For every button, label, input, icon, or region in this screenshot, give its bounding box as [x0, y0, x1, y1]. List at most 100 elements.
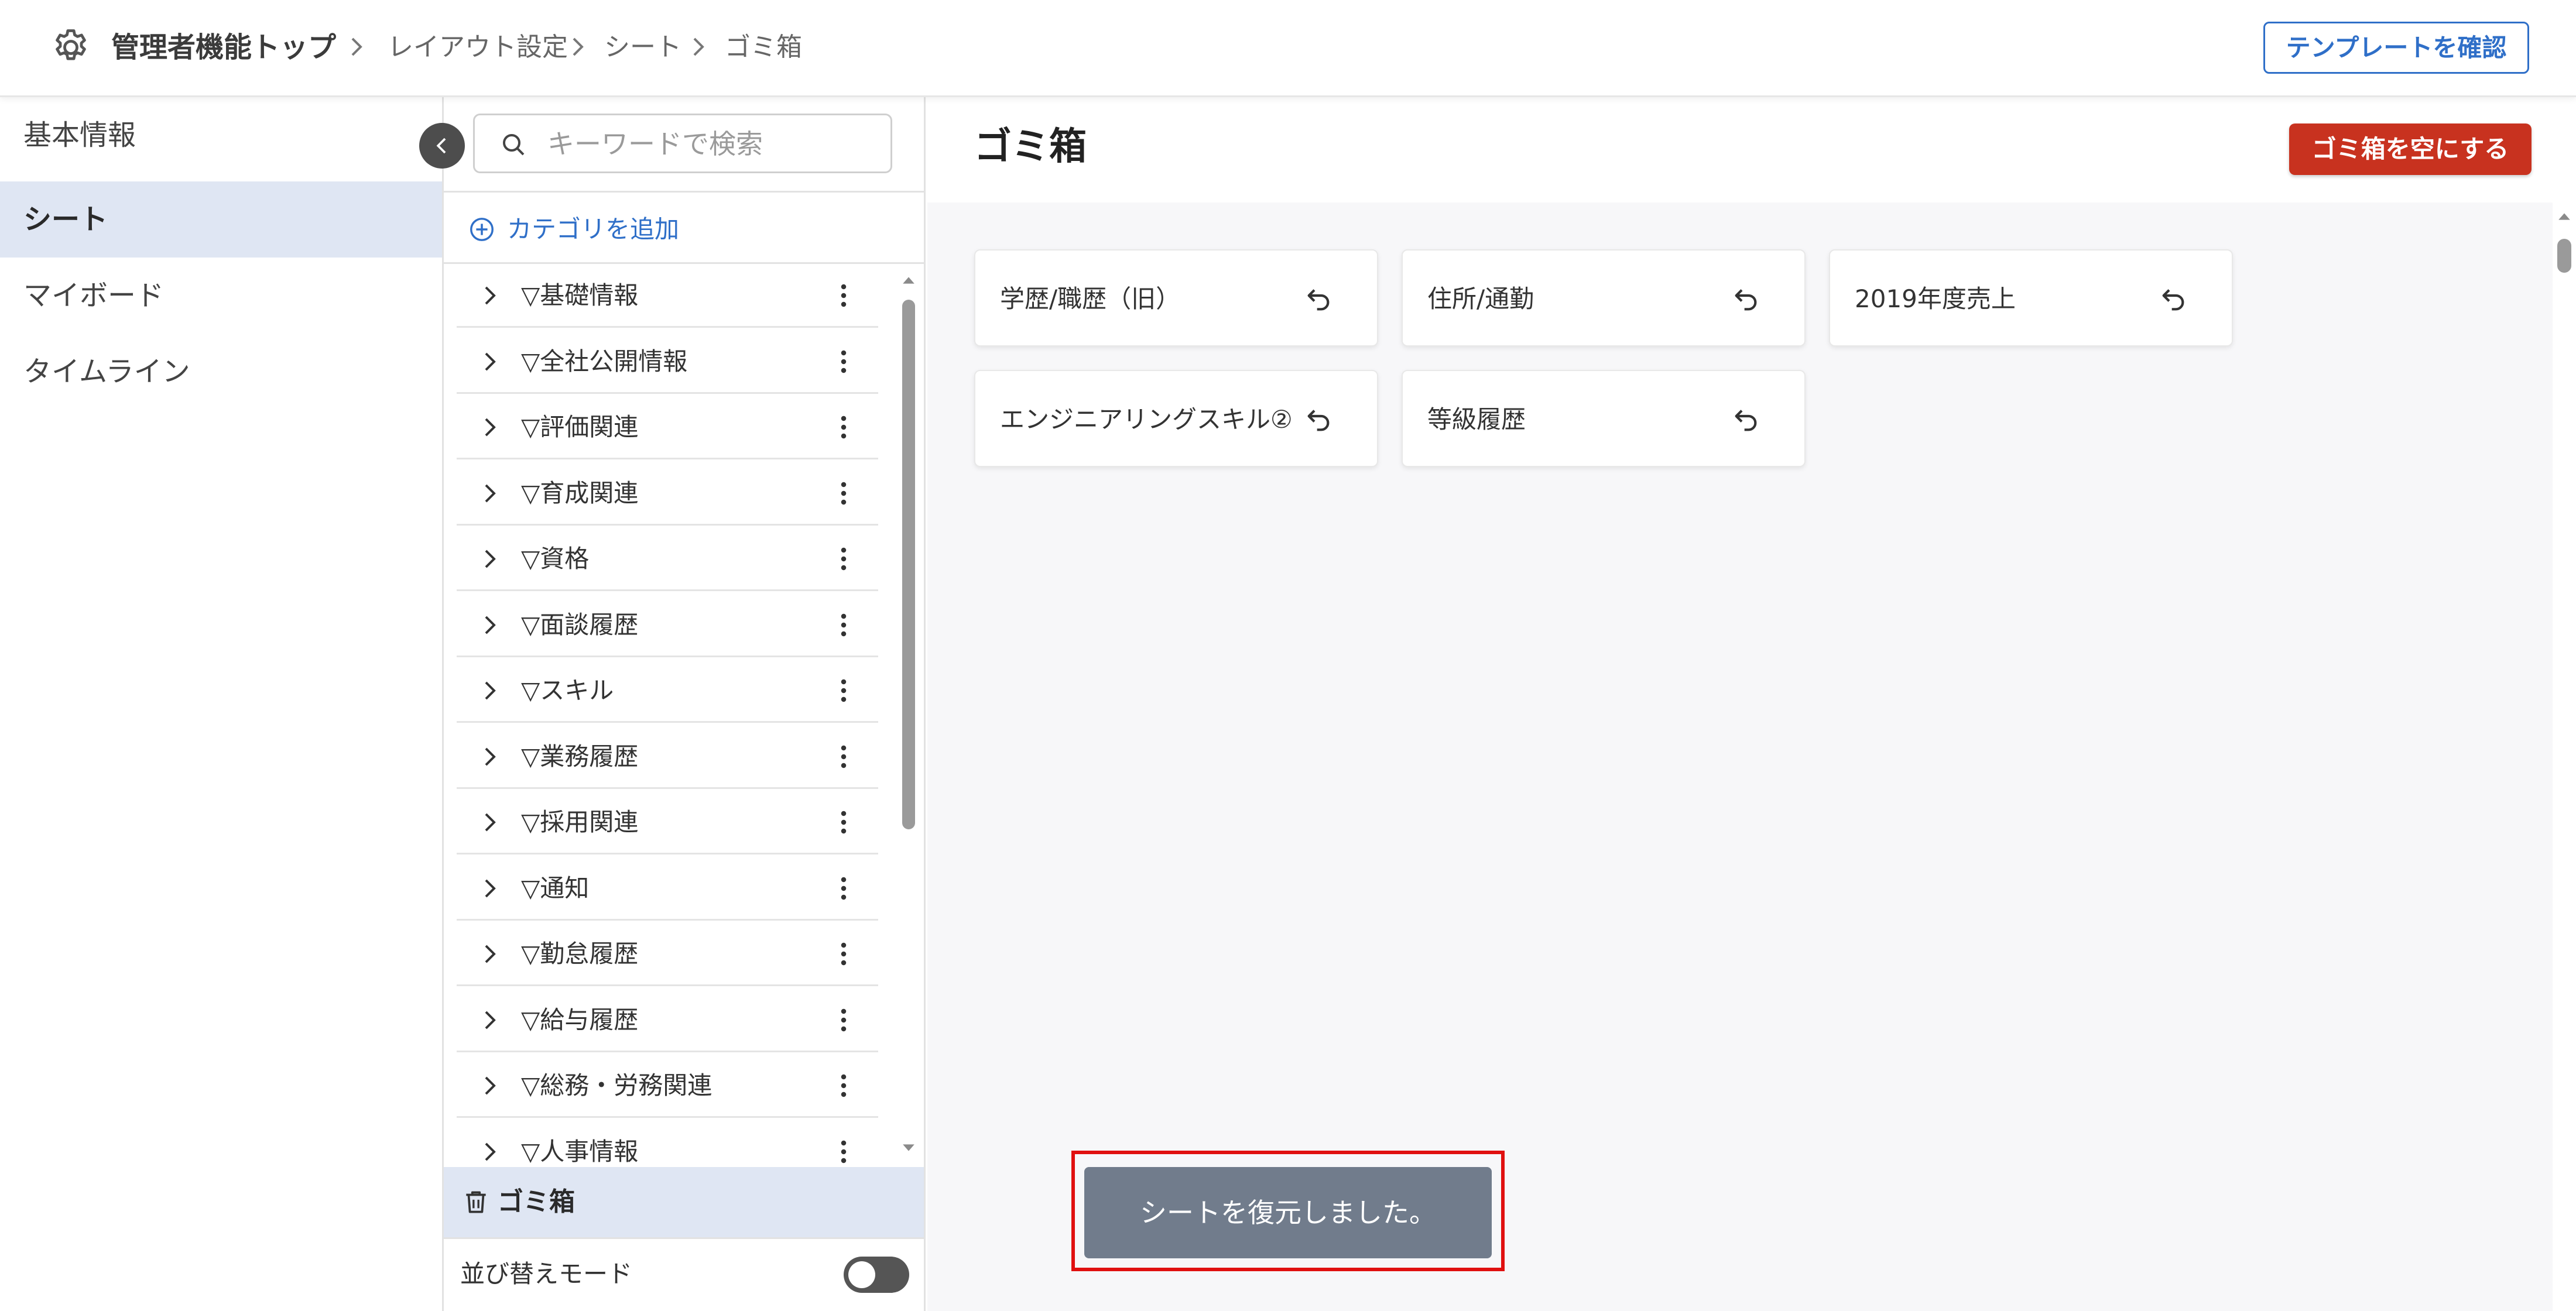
category-row[interactable]: ▽基礎情報 [457, 263, 878, 328]
chevron-right-icon[interactable] [478, 416, 501, 439]
more-vertical-icon[interactable] [829, 742, 858, 771]
sort-mode-toggle[interactable] [844, 1257, 909, 1293]
category-row[interactable]: ▽全社公開情報 [457, 330, 878, 394]
breadcrumb-root[interactable]: 管理者機能トップ [111, 29, 336, 66]
chevron-right-icon[interactable] [478, 811, 501, 834]
chevron-right-icon[interactable] [478, 547, 501, 571]
category-label: ▽全社公開情報 [521, 346, 688, 376]
category-scroll-thumb[interactable] [902, 300, 915, 829]
category-label: ▽勤怠履歴 [521, 939, 639, 968]
chevron-right-icon[interactable] [478, 613, 501, 637]
main-scrollbar[interactable] [2553, 203, 2576, 1311]
trash-nav-label: ゴミ箱 [498, 1187, 575, 1217]
category-row[interactable]: ▽総務・労務関連 [457, 1053, 878, 1118]
more-vertical-icon[interactable] [829, 610, 858, 640]
category-label: ▽育成関連 [521, 478, 639, 507]
scroll-up-icon[interactable] [900, 272, 917, 289]
sort-mode-bar: 並び替えモード [444, 1237, 924, 1311]
more-vertical-icon[interactable] [829, 939, 858, 969]
more-vertical-icon[interactable] [829, 808, 858, 837]
trash-sheet-label: 学歴/職歴（旧） [1000, 284, 1181, 313]
category-row[interactable]: ▽人事情報 [457, 1120, 878, 1165]
nav-item-timeline[interactable]: タイムライン [0, 334, 442, 410]
breadcrumb-sheet[interactable]: シート [604, 29, 681, 66]
search-input[interactable] [546, 121, 882, 167]
category-label: ▽基礎情報 [521, 281, 639, 310]
main-scroll-thumb[interactable] [2557, 239, 2571, 273]
category-row[interactable]: ▽育成関連 [457, 461, 878, 526]
scroll-up-icon[interactable] [2556, 208, 2572, 225]
category-row[interactable]: ▽面談履歴 [457, 593, 878, 657]
category-label: ▽評価関連 [521, 413, 639, 441]
chevron-right-icon[interactable] [478, 482, 501, 505]
trash-sheet-label: 2019年度売上 [1855, 284, 2016, 313]
category-label: ▽採用関連 [521, 808, 639, 836]
more-vertical-icon[interactable] [829, 676, 858, 705]
trash-sheet-card[interactable]: 住所/通勤 [1402, 249, 1806, 346]
more-vertical-icon[interactable] [829, 874, 858, 903]
trash-sheet-card[interactable]: エンジニアリングスキル② [974, 370, 1378, 467]
more-vertical-icon[interactable] [829, 479, 858, 508]
scroll-down-icon[interactable] [900, 1140, 917, 1156]
collapse-panel-button[interactable] [419, 123, 465, 169]
trash-sheet-label: 等級履歴 [1427, 405, 1526, 434]
trash-icon [466, 1191, 486, 1213]
breadcrumb-layout[interactable]: レイアウト設定 [388, 29, 568, 66]
trash-sheet-card[interactable]: 学歴/職歴（旧） [974, 249, 1378, 346]
chevron-right-icon[interactable] [478, 877, 501, 900]
more-vertical-icon[interactable] [829, 1137, 858, 1165]
category-row[interactable]: ▽通知 [457, 856, 878, 921]
empty-trash-button[interactable]: ゴミ箱を空にする [2289, 123, 2532, 175]
category-list: ▽基礎情報 ▽全社公開情報 ▽評価関連 ▽育成関連 ▽資格 ▽面談履歴 ▽スキル ▽業務履歴 ▽… [444, 263, 895, 1165]
category-row[interactable]: ▽業務履歴 [457, 725, 878, 789]
breadcrumb-trash: ゴミ箱 [725, 32, 802, 62]
chevron-right-icon[interactable] [478, 1140, 501, 1164]
chevron-right-icon [351, 37, 362, 56]
chevron-right-icon[interactable] [478, 745, 501, 768]
more-vertical-icon[interactable] [829, 281, 858, 310]
more-vertical-icon[interactable] [829, 544, 858, 574]
top-header: 管理者機能トップ レイアウト設定 シート ゴミ箱 テンプレートを確認 [0, 0, 2576, 97]
restore-icon[interactable] [1302, 283, 1335, 316]
left-nav: 基本情報 シート マイボード タイムライン [0, 97, 442, 1311]
search-box[interactable] [473, 114, 892, 173]
trash-sheet-card[interactable]: 2019年度売上 [1829, 249, 2233, 346]
category-label: ▽給与履歴 [521, 1005, 639, 1034]
chevron-right-icon[interactable] [478, 942, 501, 966]
chevron-right-icon[interactable] [478, 1074, 501, 1097]
category-row[interactable]: ▽採用関連 [457, 790, 878, 854]
category-label: ▽業務履歴 [521, 742, 639, 771]
add-circle-icon [470, 218, 494, 241]
trash-sheet-label: 住所/通勤 [1427, 284, 1534, 313]
restore-icon[interactable] [2157, 283, 2190, 316]
chevron-right-icon[interactable] [478, 679, 501, 702]
chevron-right-icon[interactable] [478, 350, 501, 373]
restore-icon[interactable] [1729, 283, 1762, 316]
category-row[interactable]: ▽給与履歴 [457, 988, 878, 1052]
restore-icon[interactable] [1729, 404, 1762, 437]
category-row[interactable]: ▽評価関連 [457, 395, 878, 459]
gear-icon[interactable] [50, 26, 92, 68]
sort-mode-label: 並び替えモード [460, 1259, 633, 1288]
chevron-left-icon [436, 138, 446, 154]
category-row[interactable]: ▽資格 [457, 527, 878, 591]
more-vertical-icon[interactable] [829, 413, 858, 442]
trash-nav-item[interactable]: ゴミ箱 [444, 1167, 924, 1237]
chevron-right-icon[interactable] [478, 1008, 501, 1032]
check-template-button[interactable]: テンプレートを確認 [2263, 22, 2529, 74]
category-row[interactable]: ▽スキル [457, 658, 878, 723]
trash-sheet-card[interactable]: 等級履歴 [1402, 370, 1806, 467]
category-label: ▽総務・労務関連 [521, 1071, 712, 1100]
more-vertical-icon[interactable] [829, 1071, 858, 1100]
trash-content [927, 203, 2561, 1311]
nav-item-sheet[interactable]: シート [0, 181, 442, 258]
chevron-right-icon[interactable] [478, 284, 501, 307]
category-row[interactable]: ▽勤怠履歴 [457, 922, 878, 986]
more-vertical-icon[interactable] [829, 347, 858, 376]
chevron-right-icon [573, 37, 584, 56]
nav-item-myboard[interactable]: マイボード [0, 258, 442, 334]
more-vertical-icon[interactable] [829, 1005, 858, 1035]
restore-icon[interactable] [1302, 404, 1335, 437]
nav-item-basic-info[interactable]: 基本情報 [0, 97, 442, 173]
trash-sheet-label: エンジニアリングスキル② [1000, 405, 1293, 434]
